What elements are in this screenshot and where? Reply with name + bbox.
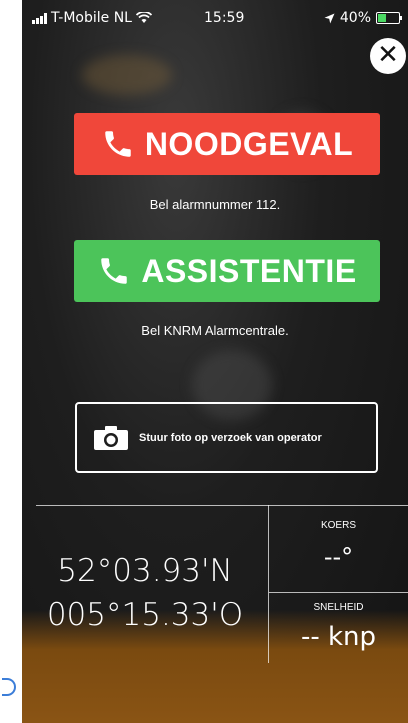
send-photo-button[interactable]: Stuur foto op verzoek van operator: [75, 402, 378, 473]
heading-label: KOERS: [320, 520, 356, 531]
sos-screen: T-Mobile NL 15:59 40% ✕ NOODGEVAL Bel al…: [22, 0, 408, 723]
carrier-name: T-Mobile NL: [51, 10, 132, 26]
status-time: 15:59: [204, 10, 245, 26]
speed-value: -- knp: [300, 622, 377, 652]
close-icon: ✕: [377, 40, 399, 70]
emergency-call-button[interactable]: NOODGEVAL: [74, 113, 380, 175]
camera-icon: [94, 425, 128, 450]
phone-icon: [101, 258, 128, 284]
phone-icon: [105, 131, 131, 157]
assistance-call-button[interactable]: ASSISTENTIE: [74, 240, 380, 302]
battery-icon: [376, 12, 402, 24]
partial-edge-element: [2, 678, 16, 696]
speed-label: SNELHEID: [313, 602, 364, 613]
status-bar: T-Mobile NL 15:59 40%: [22, 0, 408, 30]
divider: [269, 592, 408, 593]
send-photo-label: Stuur foto op verzoek van operator: [139, 431, 322, 444]
emergency-call-label: NOODGEVAL: [144, 125, 354, 162]
background-blur: [82, 55, 172, 95]
signal-icon: [32, 12, 47, 24]
assistance-call-label: ASSISTENTIE: [141, 252, 357, 289]
close-button[interactable]: ✕: [370, 38, 406, 74]
status-right: 40%: [324, 10, 402, 26]
emergency-caption: Bel alarmnummer 112.: [149, 197, 281, 212]
location-arrow-icon: [324, 13, 335, 23]
wifi-icon: [135, 12, 152, 23]
assistance-caption: Bel KNRM Alarmcentrale.: [141, 323, 289, 338]
latitude-value: 52°03.93'N: [57, 553, 233, 589]
battery-fill: [378, 14, 386, 22]
divider: [36, 505, 408, 506]
status-left: T-Mobile NL: [32, 10, 152, 26]
longitude-value: 005°15.33'O: [46, 597, 244, 633]
battery-percent: 40%: [339, 10, 371, 26]
heading-value: --°: [323, 543, 354, 571]
